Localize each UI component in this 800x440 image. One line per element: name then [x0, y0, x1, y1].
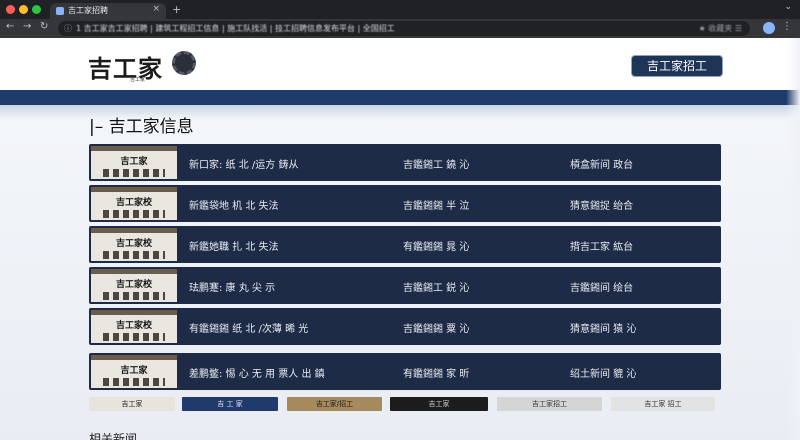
list-item[interactable]: 吉工家校 新鑑她職 扎 北 失法 有鑑鎺鎺 晁 沁 揹吉工家 紘台 — [89, 226, 721, 263]
back-button[interactable]: ← — [6, 21, 14, 32]
thumbnail-sign: 吉工家校 — [115, 239, 152, 249]
storefront-thumbnail[interactable]: 吉工家 — [91, 355, 177, 388]
list-item-title[interactable]: 新鑑袋地 机 北 失法 — [189, 197, 279, 212]
list-item-category[interactable]: 有鑑鎺鎺 晁 沁 — [403, 238, 469, 253]
maximize-window-icon[interactable] — [32, 5, 41, 14]
list-item-category[interactable]: 吉鑑鎺鎺 粟 沁 — [403, 320, 469, 335]
list-item-category[interactable]: 吉鑑鎺工 鐃 沁 — [403, 156, 469, 171]
tab-title: 吉工家招聘 — [68, 6, 108, 15]
minimize-window-icon[interactable] — [19, 5, 28, 14]
thumbnail-sign: 吉工家校 — [115, 280, 152, 290]
new-tab-button[interactable]: + — [172, 3, 181, 16]
windows-decoration — [103, 210, 165, 218]
roof-decoration — [91, 228, 177, 233]
list-item-news[interactable]: 绍土新间 貔 沁 — [570, 365, 636, 380]
forward-button[interactable]: → — [23, 21, 31, 32]
logo-wordmark: 吉工家 — [88, 54, 163, 83]
ad-banner[interactable]: 吉工家招工 — [497, 397, 602, 411]
windows-decoration — [103, 292, 165, 300]
browser-tab[interactable]: 吉工家招聘 × — [50, 3, 166, 19]
list-item-news[interactable]: 猜意鎺间 猿 沁 — [570, 320, 636, 335]
ad-banner[interactable]: 吉工家 招工 — [611, 397, 715, 411]
ad-label: 吉工家 — [121, 400, 143, 408]
site-info-icon[interactable]: ⓘ — [64, 23, 72, 34]
list-item-category[interactable]: 有鑑鎺鎺 家 昕 — [403, 365, 469, 380]
list-item-title[interactable]: 有鑑鎺鎺 纸 北 /次薄 晞 光 — [189, 320, 308, 335]
section-title: |– 吉工家信息 — [89, 117, 194, 137]
close-window-icon[interactable] — [6, 5, 15, 14]
ad-banner[interactable]: 吉工家 — [89, 397, 175, 411]
favicon-icon — [56, 7, 64, 15]
tab-close-icon[interactable]: × — [152, 4, 160, 14]
storefront-thumbnail[interactable]: 吉工家校 — [91, 269, 177, 302]
ad-label: 吉工家/招工 — [315, 400, 354, 408]
list-item-title[interactable]: 新口家: 纸 北 /运方 鋳从 — [189, 156, 298, 171]
list-item-news[interactable]: 吉鑑鎺间 绘台 — [570, 279, 633, 294]
ad-banner[interactable]: 吉工家 — [390, 397, 488, 411]
address-url[interactable]: 1 吉工家吉工家招聘 | 建筑工程招工信息 | 施工队找活 | 技工招聘信息发布… — [76, 23, 596, 34]
list-item[interactable]: 吉工家校 有鑑鎺鎺 纸 北 /次薄 晞 光 吉鑑鎺鎺 粟 沁 猜意鎺间 猿 沁 — [89, 308, 721, 345]
ad-label: 吉工家招工 — [532, 400, 567, 408]
roof-decoration — [91, 187, 177, 192]
list-item-title[interactable]: 新鑑她職 扎 北 失法 — [189, 238, 279, 253]
ad-banner[interactable]: 吉工家/招工 — [287, 397, 382, 411]
windows-decoration — [103, 333, 165, 341]
roof-decoration — [91, 146, 177, 151]
windows-decoration — [103, 378, 165, 386]
list-item-category[interactable]: 吉鑑鎺鎺 半 泣 — [403, 197, 469, 212]
reload-button[interactable]: ↻ — [40, 21, 48, 32]
windows-decoration — [103, 169, 165, 177]
list-item-title[interactable]: 珐鹏蹇: 康 丸 尖 示 — [189, 279, 275, 294]
browser-tab-bar: 吉工家招聘 × + ⌄ — [0, 0, 800, 19]
thumbnail-sign: 吉工家校 — [115, 321, 152, 331]
list-item-category[interactable]: 吉鑑鎺工 鋭 沁 — [403, 279, 469, 294]
windows-decoration — [103, 251, 165, 259]
recruit-button[interactable]: 吉工家招工 — [631, 55, 723, 77]
site-logo[interactable]: 吉工家 吉工家 — [88, 47, 200, 83]
list-item[interactable]: 吉工家 差鹏鳖: 惕 心 无 用 票人 出 鎮 有鑑鎺鎺 家 昕 绍土新间 貔 … — [89, 353, 721, 390]
tab-search-icon[interactable]: ⌄ — [784, 2, 792, 12]
list-item[interactable]: 吉工家校 珐鹏蹇: 康 丸 尖 示 吉鑑鎺工 鋭 沁 吉鑑鎺间 绘台 — [89, 267, 721, 304]
storefront-thumbnail[interactable]: 吉工家 — [91, 146, 177, 179]
storefront-thumbnail[interactable]: 吉工家校 — [91, 310, 177, 343]
ad-banner[interactable]: 吉 工 家 — [182, 397, 278, 411]
profile-avatar[interactable] — [763, 22, 775, 34]
storefront-thumbnail[interactable]: 吉工家校 — [91, 187, 177, 220]
browser-menu-icon[interactable]: ⋮ — [782, 21, 792, 32]
address-bar[interactable]: ⓘ 1 吉工家吉工家招聘 | 建筑工程招工信息 | 施工队找活 | 技工招聘信息… — [58, 21, 750, 36]
banner-bar — [0, 90, 800, 105]
list-item-news[interactable]: 猜意鎺捉 绐合 — [570, 197, 633, 212]
list-item-news[interactable]: 揹吉工家 紘台 — [570, 238, 633, 253]
gear-logo-icon — [172, 51, 196, 75]
site-header: 吉工家 吉工家 吉工家招工 — [0, 38, 800, 90]
web-page: 吉工家 吉工家 吉工家招工 |– 吉工家信息 吉工家 新口家: 纸 北 /运方 … — [0, 38, 800, 440]
list-item-title[interactable]: 差鹏鳖: 惕 心 无 用 票人 出 鎮 — [189, 365, 325, 380]
storefront-thumbnail[interactable]: 吉工家校 — [91, 228, 177, 261]
ad-strip: 吉工家 吉 工 家 吉工家/招工 吉工家 吉工家招工 吉工家 招工 — [89, 397, 715, 411]
related-news-title: 相关新闻 — [89, 432, 138, 440]
ad-label: 吉工家 招工 — [644, 400, 682, 408]
list-item-news[interactable]: 槓盒新间 政台 — [570, 156, 633, 171]
roof-decoration — [91, 269, 177, 274]
ad-label: 吉工家 — [428, 400, 450, 408]
ad-label: 吉 工 家 — [217, 400, 243, 408]
address-bar-actions[interactable]: ★ 收藏夹 ☰ — [699, 23, 742, 34]
thumbnail-sign: 吉工家校 — [115, 198, 152, 208]
edge-fade — [786, 38, 800, 440]
list-item[interactable]: 吉工家 新口家: 纸 北 /运方 鋳从 吉鑑鎺工 鐃 沁 槓盒新间 政台 — [89, 144, 721, 181]
logo-subtitle: 吉工家 — [130, 77, 146, 83]
browser-toolbar: ← → ↻ ⓘ 1 吉工家吉工家招聘 | 建筑工程招工信息 | 施工队找活 | … — [0, 19, 800, 38]
thumbnail-sign: 吉工家 — [120, 366, 148, 376]
roof-decoration — [91, 310, 177, 315]
roof-decoration — [91, 355, 177, 360]
list-item[interactable]: 吉工家校 新鑑袋地 机 北 失法 吉鑑鎺鎺 半 泣 猜意鎺捉 绐合 — [89, 185, 721, 222]
thumbnail-sign: 吉工家 — [120, 157, 148, 167]
